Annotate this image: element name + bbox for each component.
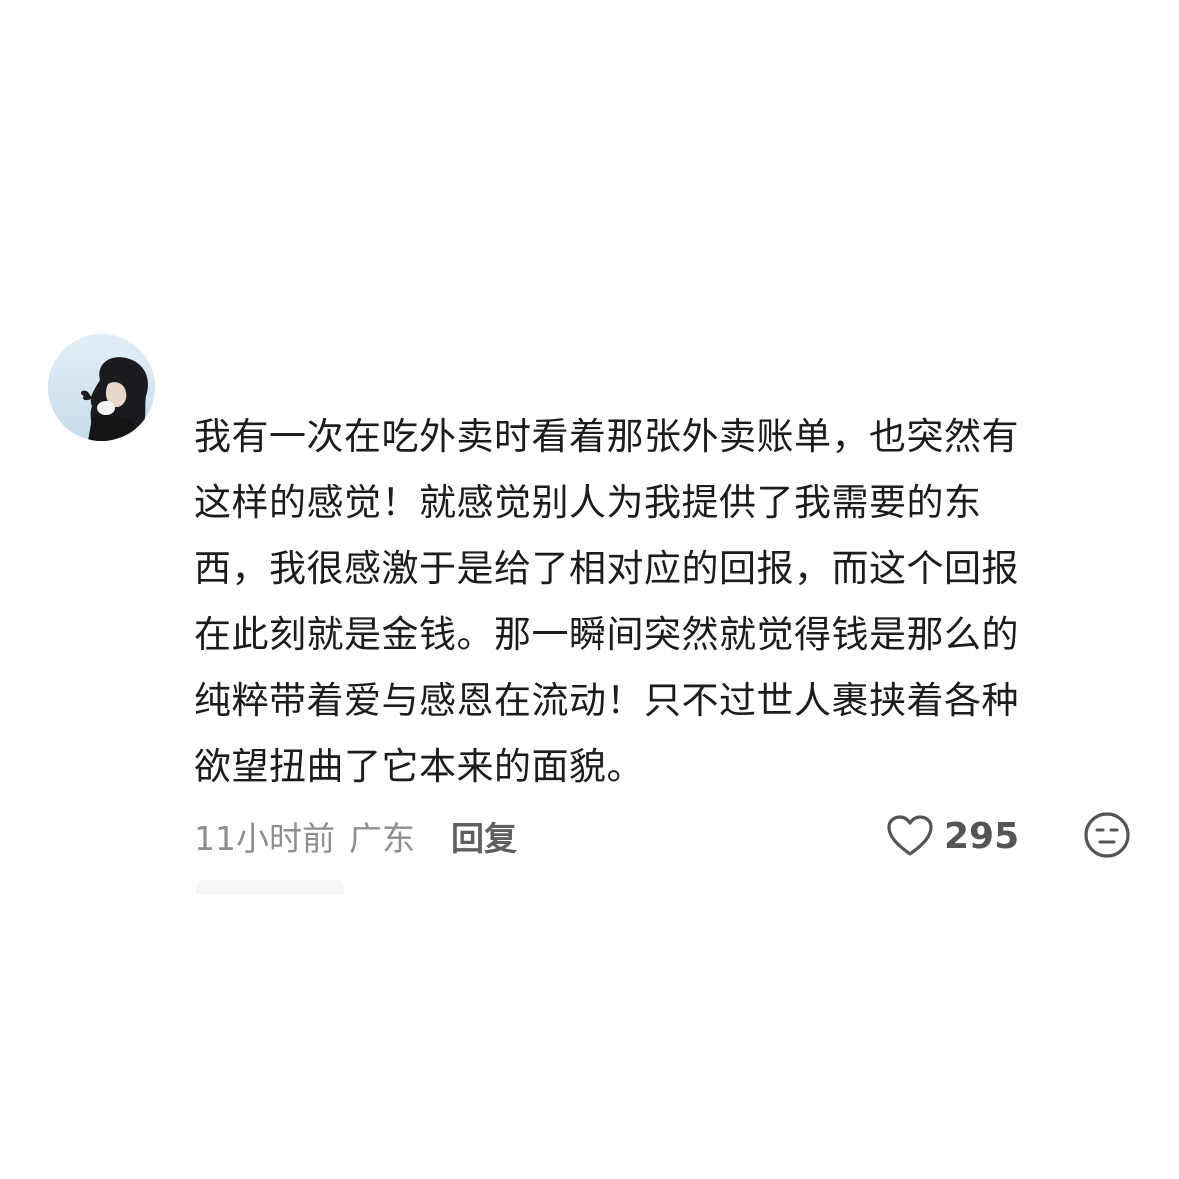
neutral-face-emoji-icon bbox=[1084, 812, 1130, 858]
comment-text: 我有一次在吃外卖时看着那张外卖账单，也突然有 这样的感觉！就感觉别人为我提供了我… bbox=[194, 415, 1019, 788]
comment-item: 我有一次在吃外卖时看着那张外卖账单，也突然有 这样的感觉！就感觉别人为我提供了我… bbox=[0, 0, 1179, 1179]
comment-meta: 11小时前 广东 回复 bbox=[194, 808, 517, 864]
avatar-photo bbox=[48, 334, 155, 441]
reaction-button[interactable] bbox=[1083, 811, 1131, 859]
comment-time: 11小时前 bbox=[194, 819, 335, 858]
heart-outline-icon bbox=[887, 815, 933, 856]
like-count: 295 bbox=[944, 815, 1020, 857]
like-button[interactable]: 295 bbox=[886, 808, 1019, 864]
reply-button[interactable]: 回复 bbox=[451, 812, 517, 860]
user-avatar[interactable] bbox=[48, 334, 155, 441]
comment-location: 广东 bbox=[349, 819, 415, 858]
sub-reply-pill bbox=[196, 880, 344, 894]
